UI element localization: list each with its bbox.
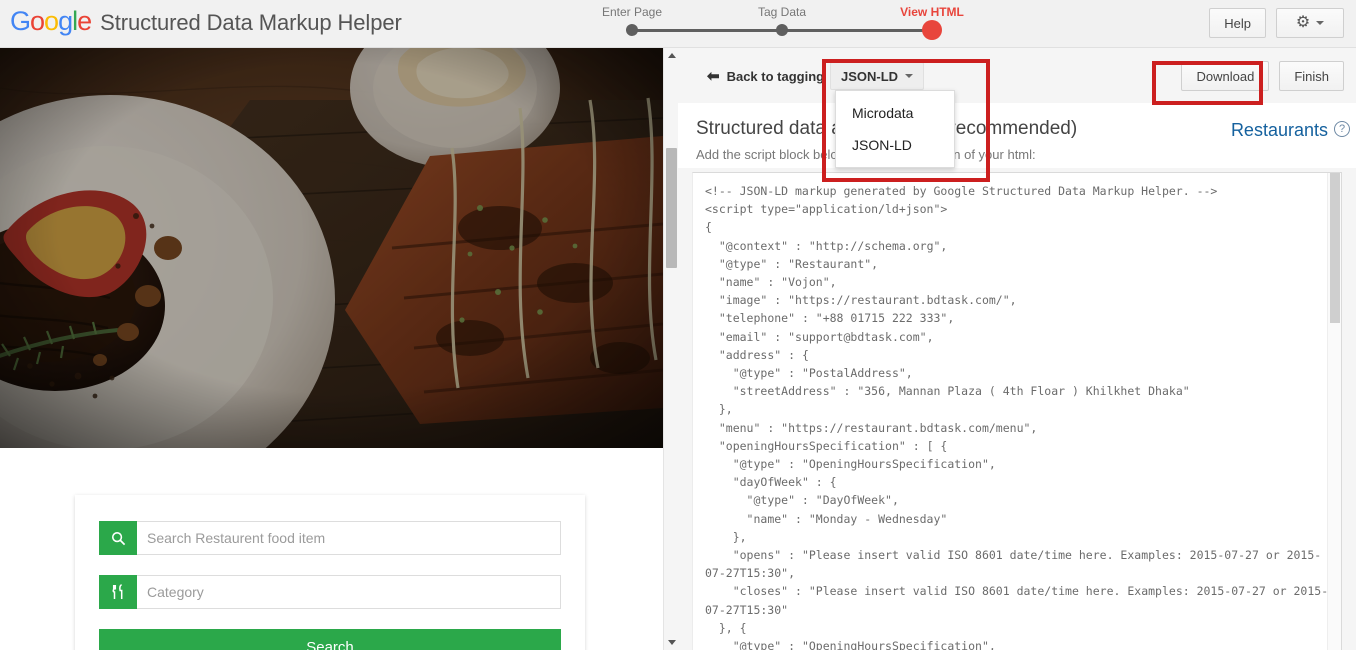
hero-image [0, 48, 663, 448]
search-card: Search [75, 495, 585, 650]
schema-type-link[interactable]: Restaurants [1231, 120, 1328, 141]
category-field-row [99, 575, 561, 609]
format-dropdown-menu: Microdata JSON-LD [835, 90, 955, 168]
search-button[interactable]: Search [99, 629, 561, 650]
app-header: Google Structured Data Markup Helper Ent… [0, 0, 1356, 48]
dropdown-option-microdata[interactable]: Microdata [836, 97, 954, 129]
category-input[interactable] [137, 575, 561, 609]
step-label-enter-page: Enter Page [602, 5, 662, 19]
question-mark-icon[interactable]: ? [1334, 121, 1350, 137]
header-buttons: Help ⚙ [1209, 8, 1344, 38]
output-toolbar: ⬅ Back to tagging JSON-LD Download Finis… [678, 48, 1356, 103]
preview-pane: Search [0, 48, 678, 650]
settings-button[interactable]: ⚙ [1276, 8, 1344, 38]
food-photo [0, 48, 663, 448]
arrow-left-icon: ⬅ [707, 67, 720, 85]
code-scrollbar[interactable] [1327, 173, 1341, 650]
step-dot-tag-data[interactable] [776, 24, 788, 36]
json-ld-code[interactable]: <!-- JSON-LD markup generated by Google … [693, 173, 1341, 650]
search-icon [99, 521, 137, 555]
step-dot-view-html[interactable] [922, 20, 942, 40]
gear-icon: ⚙ [1296, 15, 1310, 31]
back-to-tagging-button[interactable]: ⬅ Back to tagging [696, 62, 835, 90]
google-logo: Google [10, 6, 91, 37]
scroll-down-icon[interactable] [664, 635, 679, 650]
scroll-up-icon[interactable] [664, 48, 679, 63]
html-output-pane: ⬅ Back to tagging JSON-LD Download Finis… [678, 48, 1356, 650]
step-dot-enter-page[interactable] [626, 24, 638, 36]
chevron-down-icon [1316, 21, 1324, 25]
format-dropdown-button[interactable]: JSON-LD [830, 62, 924, 90]
page-title: Structured Data Markup Helper [100, 10, 402, 36]
step-label-view-html: View HTML [900, 5, 964, 19]
brand: Google Structured Data Markup Helper [10, 6, 402, 37]
search-input[interactable] [137, 521, 561, 555]
output-action-buttons: Download Finish [1181, 61, 1344, 91]
code-output-box: <!-- JSON-LD markup generated by Google … [692, 172, 1342, 650]
cutlery-icon [99, 575, 137, 609]
format-dropdown-label: JSON-LD [841, 69, 898, 84]
preview-scrollbar[interactable] [663, 48, 678, 650]
back-to-tagging-label: Back to tagging [727, 69, 825, 84]
chevron-down-icon [905, 74, 913, 78]
scrollbar-thumb[interactable] [666, 148, 677, 268]
search-field-row [99, 521, 561, 555]
step-label-tag-data: Tag Data [758, 5, 806, 19]
code-scrollbar-thumb[interactable] [1330, 173, 1340, 323]
dropdown-option-jsonld[interactable]: JSON-LD [836, 129, 954, 161]
help-button[interactable]: Help [1209, 8, 1266, 38]
finish-button[interactable]: Finish [1279, 61, 1344, 91]
progress-stepper: Enter Page Tag Data View HTML [596, 5, 996, 45]
download-button[interactable]: Download [1181, 61, 1269, 91]
